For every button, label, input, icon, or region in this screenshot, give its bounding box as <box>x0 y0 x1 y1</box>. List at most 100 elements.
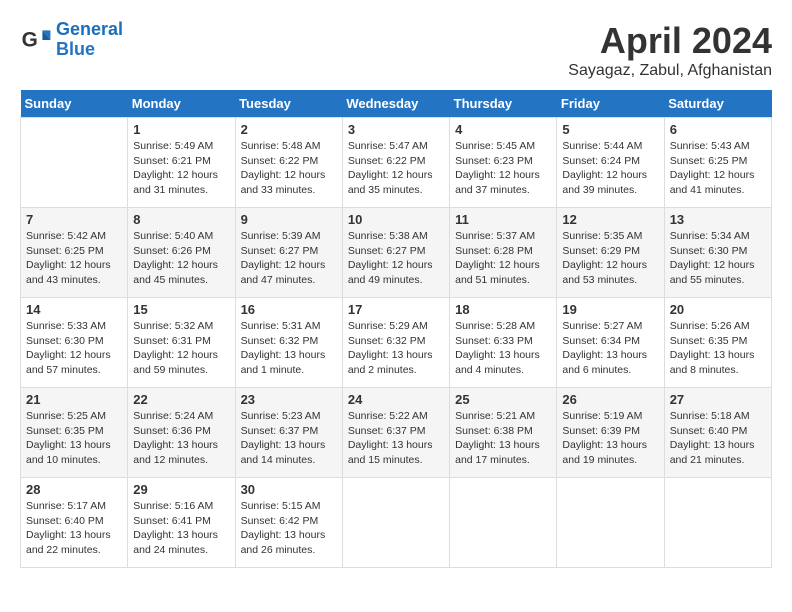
svg-text:G: G <box>22 28 38 51</box>
calendar-cell: 9Sunrise: 5:39 AM Sunset: 6:27 PM Daylig… <box>235 208 342 298</box>
day-info: Sunrise: 5:31 AM Sunset: 6:32 PM Dayligh… <box>241 319 337 378</box>
calendar-cell: 10 Sunrise: 5:38 AM Sunset: 6:27 PM Dayli… <box>342 208 449 298</box>
day-info: Sunrise: 5:17 AM Sunset: 6:40 PM Dayligh… <box>26 499 122 558</box>
day-info: Sunrise: 5:34 AM Sunset: 6:30 PM Dayligh… <box>670 229 766 288</box>
calendar-cell: 19 Sunrise: 5:27 AM Sunset: 6:34 PM Dayli… <box>557 298 664 388</box>
logo-text: General Blue <box>56 20 123 60</box>
calendar-cell: 21 Sunrise: 5:25 AM Sunset: 6:35 PM Dayli… <box>21 388 128 478</box>
day-number: 3 <box>348 122 444 137</box>
day-info: Sunrise: 5:42 AM Sunset: 6:25 PM Dayligh… <box>26 229 122 288</box>
calendar-cell: 27 Sunrise: 5:18 AM Sunset: 6:40 PM Dayli… <box>664 388 771 478</box>
calendar-cell: 4 Sunrise: 5:45 AM Sunset: 6:23 PM Daylig… <box>450 118 557 208</box>
calendar-cell: 22 Sunrise: 5:24 AM Sunset: 6:36 PM Dayli… <box>128 388 235 478</box>
calendar-cell: 16 Sunrise: 5:31 AM Sunset: 6:32 PM Dayli… <box>235 298 342 388</box>
calendar-cell: 20Sunrise: 5:26 AM Sunset: 6:35 PM Dayli… <box>664 298 771 388</box>
day-number: 29 <box>133 482 229 497</box>
day-number: 10 <box>348 212 444 227</box>
day-info: Sunrise: 5:26 AM Sunset: 6:35 PM Dayligh… <box>670 319 766 378</box>
logo-icon: G <box>20 24 52 56</box>
day-number: 26 <box>562 392 658 407</box>
calendar-cell <box>557 478 664 568</box>
calendar-cell: 5Sunrise: 5:44 AM Sunset: 6:24 PM Daylig… <box>557 118 664 208</box>
calendar-cell: 17 Sunrise: 5:29 AM Sunset: 6:32 PM Dayli… <box>342 298 449 388</box>
weekday-header-saturday: Saturday <box>664 90 771 118</box>
day-info: Sunrise: 5:33 AM Sunset: 6:30 PM Dayligh… <box>26 319 122 378</box>
day-number: 15 <box>133 302 229 317</box>
day-info: Sunrise: 5:37 AM Sunset: 6:28 PM Dayligh… <box>455 229 551 288</box>
day-number: 27 <box>670 392 766 407</box>
day-number: 8 <box>133 212 229 227</box>
day-number: 2 <box>241 122 337 137</box>
calendar-cell: 23 Sunrise: 5:23 AM Sunset: 6:37 PM Dayli… <box>235 388 342 478</box>
calendar-table: SundayMondayTuesdayWednesdayThursdayFrid… <box>20 90 772 568</box>
week-row-4: 21 Sunrise: 5:25 AM Sunset: 6:35 PM Dayli… <box>21 388 772 478</box>
calendar-cell: 28 Sunrise: 5:17 AM Sunset: 6:40 PM Dayli… <box>21 478 128 568</box>
day-number: 21 <box>26 392 122 407</box>
calendar-cell: 6Sunrise: 5:43 AM Sunset: 6:25 PM Daylig… <box>664 118 771 208</box>
day-info: Sunrise: 5:24 AM Sunset: 6:36 PM Dayligh… <box>133 409 229 468</box>
day-number: 19 <box>562 302 658 317</box>
logo-general: General <box>56 19 123 39</box>
day-info: Sunrise: 5:38 AM Sunset: 6:27 PM Dayligh… <box>348 229 444 288</box>
day-number: 23 <box>241 392 337 407</box>
day-info: Sunrise: 5:28 AM Sunset: 6:33 PM Dayligh… <box>455 319 551 378</box>
weekday-header-thursday: Thursday <box>450 90 557 118</box>
calendar-cell: 26 Sunrise: 5:19 AM Sunset: 6:39 PM Dayli… <box>557 388 664 478</box>
calendar-cell <box>664 478 771 568</box>
location-subtitle: Sayagaz, Zabul, Afghanistan <box>568 62 772 80</box>
day-info: Sunrise: 5:44 AM Sunset: 6:24 PM Dayligh… <box>562 139 658 198</box>
day-number: 9 <box>241 212 337 227</box>
calendar-cell: 11 Sunrise: 5:37 AM Sunset: 6:28 PM Dayli… <box>450 208 557 298</box>
calendar-cell: 1Sunrise: 5:49 AM Sunset: 6:21 PM Daylig… <box>128 118 235 208</box>
calendar-cell: 14 Sunrise: 5:33 AM Sunset: 6:30 PM Dayli… <box>21 298 128 388</box>
calendar-cell: 15 Sunrise: 5:32 AM Sunset: 6:31 PM Dayli… <box>128 298 235 388</box>
calendar-cell: 25 Sunrise: 5:21 AM Sunset: 6:38 PM Dayli… <box>450 388 557 478</box>
day-info: Sunrise: 5:18 AM Sunset: 6:40 PM Dayligh… <box>670 409 766 468</box>
day-number: 24 <box>348 392 444 407</box>
weekday-header-friday: Friday <box>557 90 664 118</box>
logo-blue: Blue <box>56 39 95 59</box>
day-number: 11 <box>455 212 551 227</box>
week-row-2: 7 Sunrise: 5:42 AM Sunset: 6:25 PM Daylig… <box>21 208 772 298</box>
calendar-cell: 24 Sunrise: 5:22 AM Sunset: 6:37 PM Dayli… <box>342 388 449 478</box>
month-year-title: April 2024 <box>568 20 772 62</box>
title-block: April 2024 Sayagaz, Zabul, Afghanistan <box>568 20 772 80</box>
day-info: Sunrise: 5:32 AM Sunset: 6:31 PM Dayligh… <box>133 319 229 378</box>
day-number: 14 <box>26 302 122 317</box>
week-row-5: 28 Sunrise: 5:17 AM Sunset: 6:40 PM Dayli… <box>21 478 772 568</box>
day-number: 12 <box>562 212 658 227</box>
day-info: Sunrise: 5:27 AM Sunset: 6:34 PM Dayligh… <box>562 319 658 378</box>
day-number: 22 <box>133 392 229 407</box>
calendar-cell: 8Sunrise: 5:40 AM Sunset: 6:26 PM Daylig… <box>128 208 235 298</box>
day-info: Sunrise: 5:19 AM Sunset: 6:39 PM Dayligh… <box>562 409 658 468</box>
day-info: Sunrise: 5:16 AM Sunset: 6:41 PM Dayligh… <box>133 499 229 558</box>
day-number: 25 <box>455 392 551 407</box>
day-info: Sunrise: 5:23 AM Sunset: 6:37 PM Dayligh… <box>241 409 337 468</box>
day-info: Sunrise: 5:35 AM Sunset: 6:29 PM Dayligh… <box>562 229 658 288</box>
weekday-header-tuesday: Tuesday <box>235 90 342 118</box>
day-number: 4 <box>455 122 551 137</box>
week-row-3: 14 Sunrise: 5:33 AM Sunset: 6:30 PM Dayli… <box>21 298 772 388</box>
day-info: Sunrise: 5:21 AM Sunset: 6:38 PM Dayligh… <box>455 409 551 468</box>
calendar-cell: 13 Sunrise: 5:34 AM Sunset: 6:30 PM Dayli… <box>664 208 771 298</box>
weekday-header-monday: Monday <box>128 90 235 118</box>
weekday-header-wednesday: Wednesday <box>342 90 449 118</box>
day-info: Sunrise: 5:43 AM Sunset: 6:25 PM Dayligh… <box>670 139 766 198</box>
day-info: Sunrise: 5:49 AM Sunset: 6:21 PM Dayligh… <box>133 139 229 198</box>
day-number: 18 <box>455 302 551 317</box>
day-number: 28 <box>26 482 122 497</box>
calendar-cell <box>342 478 449 568</box>
calendar-cell: 2Sunrise: 5:48 AM Sunset: 6:22 PM Daylig… <box>235 118 342 208</box>
calendar-cell: 7 Sunrise: 5:42 AM Sunset: 6:25 PM Daylig… <box>21 208 128 298</box>
day-info: Sunrise: 5:25 AM Sunset: 6:35 PM Dayligh… <box>26 409 122 468</box>
calendar-cell: 3Sunrise: 5:47 AM Sunset: 6:22 PM Daylig… <box>342 118 449 208</box>
day-number: 13 <box>670 212 766 227</box>
day-info: Sunrise: 5:15 AM Sunset: 6:42 PM Dayligh… <box>241 499 337 558</box>
day-number: 16 <box>241 302 337 317</box>
day-number: 7 <box>26 212 122 227</box>
day-info: Sunrise: 5:22 AM Sunset: 6:37 PM Dayligh… <box>348 409 444 468</box>
day-info: Sunrise: 5:29 AM Sunset: 6:32 PM Dayligh… <box>348 319 444 378</box>
day-info: Sunrise: 5:45 AM Sunset: 6:23 PM Dayligh… <box>455 139 551 198</box>
calendar-cell: 30Sunrise: 5:15 AM Sunset: 6:42 PM Dayli… <box>235 478 342 568</box>
day-number: 17 <box>348 302 444 317</box>
